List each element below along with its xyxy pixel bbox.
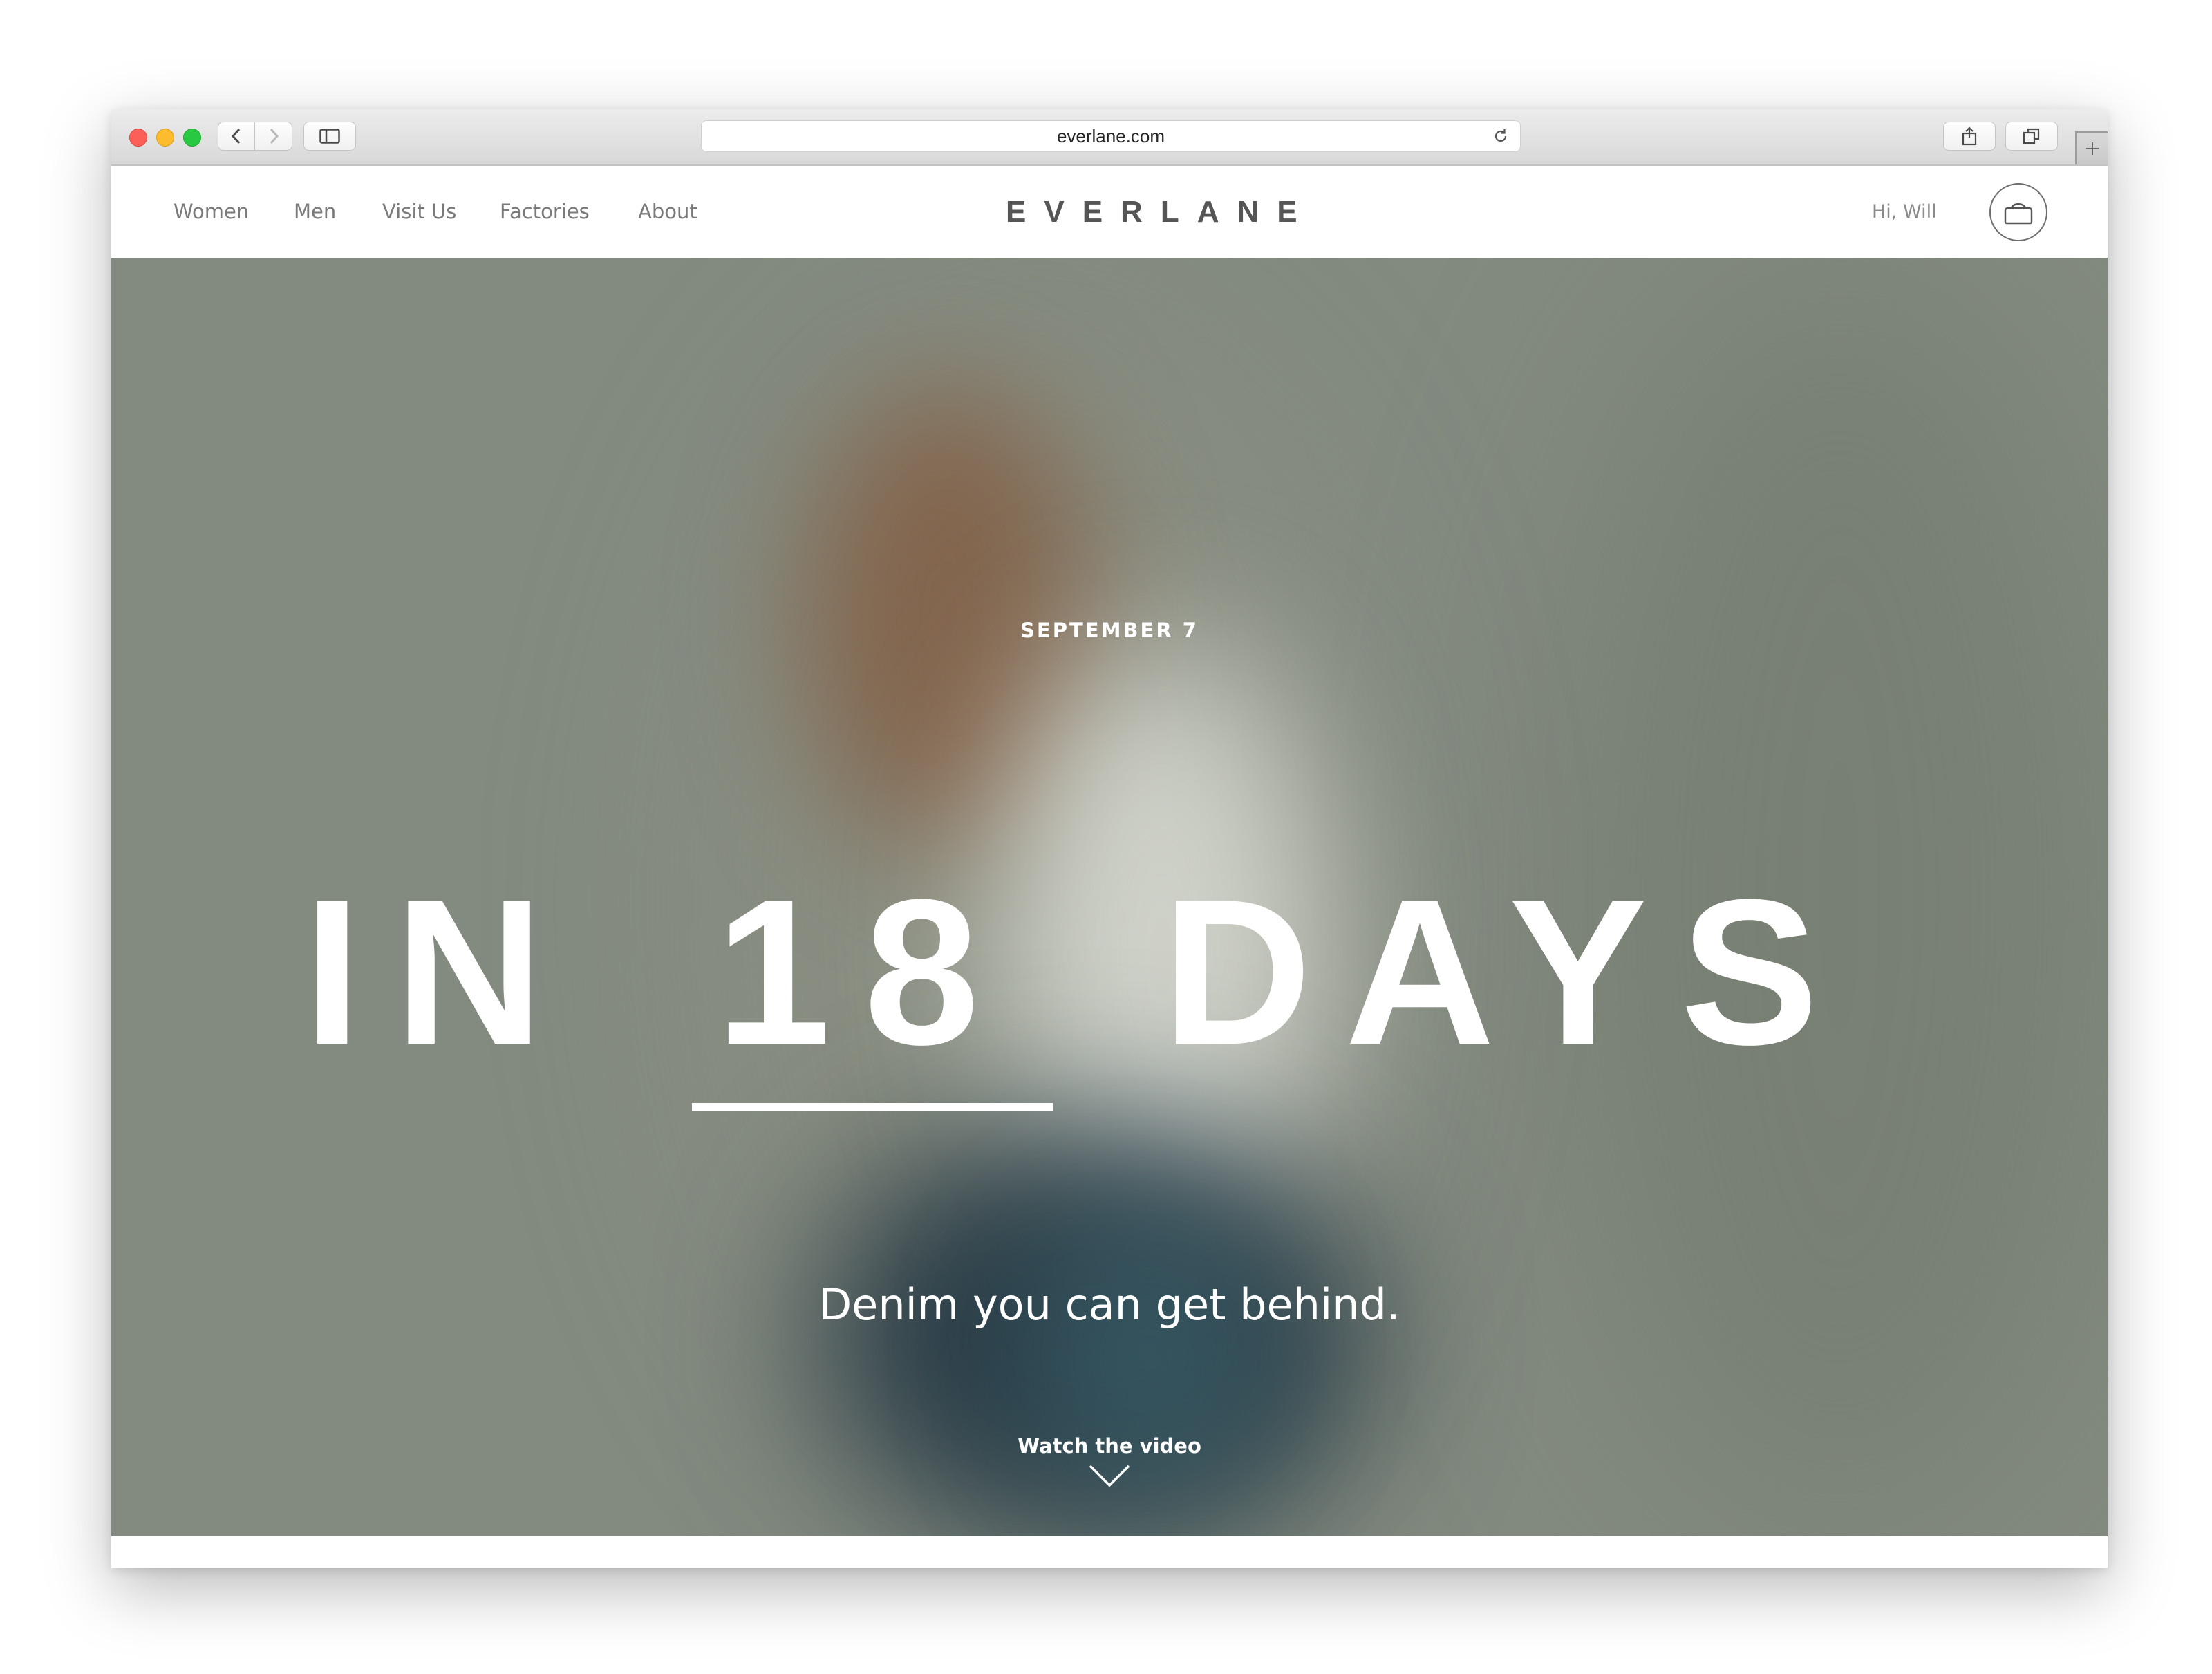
chevron-left-icon — [231, 128, 241, 144]
headline-suffix: DAYS — [1162, 856, 1852, 1088]
tabs-icon — [2023, 128, 2040, 144]
chevron-right-icon — [270, 128, 279, 144]
account-greeting[interactable]: Hi, Will — [1872, 166, 1937, 258]
logo[interactable]: EVERLANE — [1006, 166, 1297, 258]
watch-video-link[interactable]: Watch the video — [971, 1434, 1248, 1458]
sidebar-icon — [319, 129, 340, 144]
chevron-down-icon[interactable] — [1089, 1464, 1130, 1487]
nav-factories[interactable]: Factories — [500, 166, 590, 258]
nav-women[interactable]: Women — [174, 166, 249, 258]
minimize-window-button[interactable] — [156, 129, 174, 147]
countdown-number: 18 — [715, 856, 1013, 1088]
hero-tagline: Denim you can get behind. — [818, 1279, 1400, 1330]
browser-window: everlane.com Women Men Visit Us Factorie… — [111, 109, 2108, 1568]
nav-men[interactable]: Men — [294, 166, 336, 258]
countdown-headline: IN 18 DAYS — [111, 258, 2108, 1536]
site-header: Women Men Visit Us Factories About EVERL… — [111, 166, 2108, 258]
nav-about[interactable]: About — [638, 166, 697, 258]
share-button[interactable] — [1943, 122, 1996, 151]
share-icon — [1962, 126, 1977, 146]
url-text: everlane.com — [1056, 126, 1165, 147]
headline-prefix: IN — [303, 856, 577, 1088]
sidebar-button[interactable] — [303, 122, 356, 151]
nav-visit-us[interactable]: Visit Us — [382, 166, 456, 258]
cart-button[interactable] — [1989, 183, 2047, 241]
address-bar[interactable]: everlane.com — [701, 120, 1521, 152]
browser-toolbar: everlane.com — [111, 109, 2108, 166]
back-button[interactable] — [218, 122, 255, 151]
new-tab-button[interactable] — [2075, 131, 2108, 164]
hero-banner: SEPTEMBER 7 IN 18 DAYS Denim you can get… — [111, 258, 2108, 1536]
bag-icon — [2004, 203, 2033, 225]
plus-icon — [2086, 142, 2099, 155]
countdown-underline — [692, 1103, 1053, 1111]
show-tabs-button[interactable] — [2005, 122, 2058, 151]
forward-button[interactable] — [255, 122, 292, 151]
close-window-button[interactable] — [129, 129, 147, 147]
zoom-window-button[interactable] — [183, 129, 201, 147]
reload-icon[interactable] — [1492, 128, 1509, 144]
